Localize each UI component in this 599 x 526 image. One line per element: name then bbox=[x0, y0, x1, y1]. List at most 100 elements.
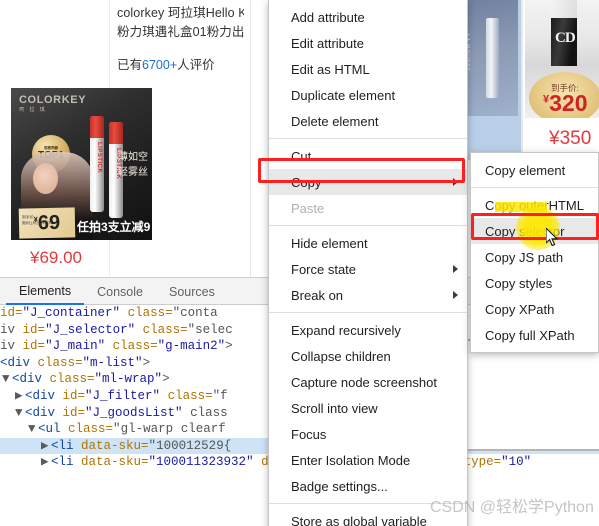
context-menu-item-label: Enter Isolation Mode bbox=[291, 452, 411, 468]
context-menu-item-label: Hide element bbox=[291, 235, 368, 251]
product-c-badge-value: 320 bbox=[549, 90, 588, 116]
copy-submenu-item-copy-styles[interactable]: Copy styles bbox=[471, 270, 598, 296]
context-menu-item-label: Edit attribute bbox=[291, 35, 364, 51]
context-menu-item-label: Edit as HTML bbox=[291, 61, 370, 77]
copy-submenu-item-label: Copy JS path bbox=[485, 249, 564, 265]
context-menu-item-label: Copy bbox=[291, 174, 322, 190]
product-c-badge-amount: ¥320 bbox=[543, 92, 588, 115]
product-review-count[interactable]: 已有6700+人评价 bbox=[117, 54, 244, 73]
dom-tree-row-text: id="J_container" class="conta bbox=[0, 306, 218, 320]
copy-submenu-item-label: Copy styles bbox=[485, 275, 553, 291]
copy-submenu-item-label: Copy element bbox=[485, 162, 566, 178]
dom-tree-row-text: <ul class="gl-warp clearf bbox=[38, 422, 226, 437]
context-menu-item-label: Cut bbox=[291, 148, 312, 164]
copy-submenu-item-copy-js-path[interactable]: Copy JS path bbox=[471, 244, 598, 270]
product-b-tube bbox=[486, 18, 499, 98]
context-menu-item-cut[interactable]: Cut bbox=[269, 143, 467, 169]
copy-submenu-item-copy-selector[interactable]: Copy selector bbox=[471, 218, 598, 244]
context-menu[interactable]: Add attribute Edit attribute Edit as HTML D… bbox=[268, 0, 468, 526]
copy-submenu-item-label: Copy XPath bbox=[485, 301, 555, 317]
context-menu-item-enter-isolation-mode[interactable]: Enter Isolation Mode bbox=[269, 447, 467, 473]
copy-submenu-separator bbox=[471, 187, 598, 188]
product-image-brand: COLORKEY 珂 拉 琪 bbox=[19, 94, 86, 113]
context-menu-item-label: Duplicate element bbox=[291, 87, 396, 103]
copy-submenu-item-label: Copy full XPath bbox=[485, 327, 575, 343]
context-menu-item-duplicate-element[interactable]: Duplicate element bbox=[269, 82, 467, 108]
context-menu-item-delete-element[interactable]: Delete element bbox=[269, 108, 467, 134]
context-menu-item-label: Collapse children bbox=[291, 348, 391, 364]
copy-submenu-item-copy-full-xpath[interactable]: Copy full XPath bbox=[471, 322, 598, 348]
context-menu-item-label: Add attribute bbox=[291, 9, 365, 25]
product-title-line1: colorkey 珂拉琪Hello K bbox=[117, 6, 244, 20]
tab-elements[interactable]: Elements bbox=[6, 280, 85, 305]
context-menu-item-copy[interactable]: Copy bbox=[269, 169, 467, 195]
chevron-right-icon bbox=[453, 291, 458, 299]
product-title-line2: 粉力琪遇礼盒01粉力出 bbox=[117, 25, 244, 40]
chevron-right-icon bbox=[453, 178, 458, 186]
context-menu-item-force-state[interactable]: Force state bbox=[269, 256, 467, 282]
dom-tree-row-text: iv id="J_selector" class="selec bbox=[0, 322, 233, 337]
review-suffix: 人评价 bbox=[177, 57, 215, 72]
dom-tree-row-text: <div id="J_filter" class="f bbox=[25, 388, 228, 403]
dom-tree-row-text: <div class="m-list"> bbox=[0, 355, 151, 370]
tab-console[interactable]: Console bbox=[84, 281, 156, 304]
context-menu-item-label: Paste bbox=[291, 200, 325, 216]
context-menu-item-edit-as-html[interactable]: Edit as HTML bbox=[269, 56, 467, 82]
context-menu-item-capture-node-screenshot[interactable]: Capture node screenshot bbox=[269, 369, 467, 395]
disclosure-triangle-icon[interactable]: ▼ bbox=[2, 371, 12, 388]
context-menu-item-hide-element[interactable]: Hide element bbox=[269, 230, 467, 256]
disclosure-triangle-icon[interactable]: ▶ bbox=[41, 438, 51, 455]
product-image[interactable]: COLORKEY 珂 拉 琪 双榜同款 TOP1 LIPSTICK LIPSTI… bbox=[11, 88, 152, 240]
product-c-price-badge: 到手价: ¥320 bbox=[529, 72, 599, 118]
product-c-price: ¥350 bbox=[549, 128, 592, 149]
product-price: ¥69.00 bbox=[30, 248, 82, 267]
context-menu-item-break-on[interactable]: Break on bbox=[269, 282, 467, 308]
context-menu-item-scroll-into-view[interactable]: Scroll into view bbox=[269, 395, 467, 421]
context-menu-item-collapse-children[interactable]: Collapse children bbox=[269, 343, 467, 369]
image-promo-text: 任拍3支立减9 bbox=[77, 220, 151, 234]
tab-sources[interactable]: Sources bbox=[156, 281, 228, 304]
product-c-logo: CD bbox=[555, 30, 576, 46]
review-number: 6700+ bbox=[142, 57, 178, 72]
screenshot-root: colorkey 珂拉琪Hello K 粉力琪遇礼盒01粉力出 已有6700+人… bbox=[0, 0, 599, 526]
inspector-popup bbox=[458, 339, 599, 451]
product-title[interactable]: colorkey 珂拉琪Hello K 粉力琪遇礼盒01粉力出 bbox=[117, 4, 244, 43]
context-menu-item-label: Force state bbox=[291, 261, 357, 277]
copy-submenu-item-copy-element[interactable]: Copy element bbox=[471, 157, 598, 183]
lipstick-label-1: LIPSTICK bbox=[96, 142, 102, 174]
lipstick-cap-2 bbox=[109, 122, 123, 144]
context-menu-item-edit-attribute[interactable]: Edit attribute bbox=[269, 30, 467, 56]
chevron-right-icon bbox=[453, 265, 458, 273]
context-menu-item-focus[interactable]: Focus bbox=[269, 421, 467, 447]
context-menu-separator bbox=[269, 503, 467, 504]
context-menu-item-store-as-global-variable[interactable]: Store as global variable bbox=[269, 508, 467, 526]
context-menu-item-paste: Paste bbox=[269, 195, 467, 221]
copy-submenu-item-label: Copy outerHTML bbox=[485, 197, 584, 213]
context-menu-separator bbox=[269, 138, 467, 139]
context-menu-item-label: Store as global variable bbox=[291, 513, 427, 526]
context-menu-item-add-attribute[interactable]: Add attribute bbox=[269, 4, 467, 30]
lipstick-tube-1: LIPSTICK bbox=[90, 116, 104, 212]
context-menu-separator bbox=[269, 225, 467, 226]
copy-submenu-item-copy-outerhtml[interactable]: Copy outerHTML bbox=[471, 192, 598, 218]
context-menu-item-label: Capture node screenshot bbox=[291, 374, 437, 390]
context-menu-separator bbox=[269, 312, 467, 313]
slogan-line1: 薄如空 bbox=[118, 152, 148, 163]
dom-tree-row-text: <div class="ml-wrap"> bbox=[12, 372, 170, 387]
product-card-c[interactable]: CD 到手价: ¥320 ¥350 bbox=[523, 0, 599, 160]
review-prefix: 已有 bbox=[117, 57, 143, 72]
product-b-image: LA MOUSSE bbox=[460, 0, 518, 116]
disclosure-triangle-icon[interactable]: ▶ bbox=[15, 388, 25, 405]
copy-submenu[interactable]: Copy element Copy outerHTML Copy selector C… bbox=[470, 152, 599, 353]
context-menu-item-badge-settings[interactable]: Badge settings... bbox=[269, 473, 467, 499]
context-menu-item-label: Badge settings... bbox=[291, 478, 388, 494]
disclosure-triangle-icon[interactable]: ▼ bbox=[28, 421, 38, 438]
context-menu-item-label: Focus bbox=[291, 426, 327, 442]
image-price-badge: 到手价 限时1月21-1月31 ¥69 bbox=[18, 207, 76, 239]
product-c-cap bbox=[551, 0, 577, 18]
context-menu-item-expand-recursively[interactable]: Expand recursively bbox=[269, 317, 467, 343]
disclosure-triangle-icon[interactable]: ▼ bbox=[15, 405, 25, 422]
dom-tree-row-text: <li data-sku="100012529{ bbox=[51, 438, 232, 453]
copy-submenu-item-copy-xpath[interactable]: Copy XPath bbox=[471, 296, 598, 322]
disclosure-triangle-icon[interactable]: ▶ bbox=[41, 454, 51, 471]
